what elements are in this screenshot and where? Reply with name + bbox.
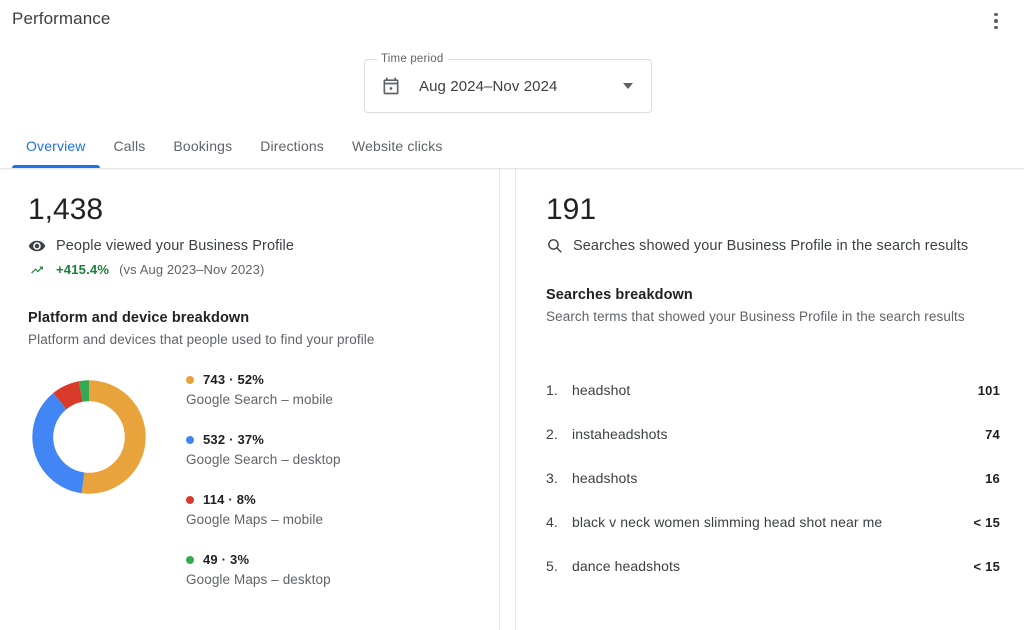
search-term-row[interactable]: 4. black v neck women slimming head shot …	[546, 500, 1000, 544]
tab-calls[interactable]: Calls	[100, 124, 160, 168]
search-term-rank: 5.	[546, 558, 558, 574]
search-term-label: headshot	[572, 382, 631, 398]
legend-value: 743 · 52%	[203, 372, 265, 387]
searches-breakdown-subtitle: Search terms that showed your Business P…	[546, 309, 965, 324]
more-options-button[interactable]	[984, 9, 1008, 33]
legend-category-name: Google Maps – desktop	[186, 572, 331, 587]
tab-label: Directions	[260, 138, 324, 154]
views-label-row: People viewed your Business Profile	[28, 237, 475, 255]
chevron-down-icon	[623, 83, 633, 89]
legend-color-dot	[186, 375, 194, 384]
time-period-value: Aug 2024–Nov 2024	[419, 77, 558, 95]
search-term-rank: 4.	[546, 514, 558, 530]
search-term-count: 101	[977, 383, 1000, 398]
more-vert-icon-dot	[994, 12, 998, 17]
legend-category-name: Google Search – desktop	[186, 452, 341, 467]
platform-breakdown: 743 · 52% Google Search – mobile 532 · 37%…	[28, 372, 475, 612]
views-delta-percent: +415.4%	[56, 262, 110, 277]
search-term-label: dance headshots	[572, 558, 681, 574]
tab-label: Calls	[113, 138, 146, 154]
legend-item: 49 · 3% Google Maps – desktop	[186, 552, 475, 587]
legend-head: 532 · 37%	[186, 432, 475, 447]
search-icon	[548, 239, 562, 253]
legend-value: 114 · 8%	[203, 492, 256, 507]
calendar-icon	[383, 77, 399, 95]
tab-label: Website clicks	[351, 138, 443, 154]
search-term-rank: 1.	[546, 382, 558, 398]
page-header: Performance Time period Aug 2024–Nov 202…	[0, 0, 1024, 168]
tab-website-clicks[interactable]: Website clicks	[338, 124, 457, 168]
legend-item: 532 · 37% Google Search – desktop	[186, 432, 475, 467]
search-term-row[interactable]: 3. headshots 16	[546, 456, 1000, 500]
legend-color-dot	[186, 555, 194, 564]
search-term-label: instaheadshots	[572, 426, 668, 442]
more-vert-icon-dot	[994, 25, 998, 30]
legend-category-name: Google Search – mobile	[186, 392, 334, 407]
search-term-row[interactable]: 2. instaheadshots 74	[546, 412, 1000, 456]
search-term-rank: 3.	[546, 470, 558, 486]
views-delta-comparison: (vs Aug 2023–Nov 2023)	[119, 262, 265, 277]
legend-head: 114 · 8%	[186, 492, 475, 507]
legend-category-name: Google Maps – mobile	[186, 512, 324, 527]
tab-bookings[interactable]: Bookings	[159, 124, 246, 168]
breakdown-title: Platform and device breakdown	[28, 310, 250, 326]
page-title: Performance	[12, 9, 111, 28]
search-term-row[interactable]: 1. headshot 101	[546, 368, 1000, 412]
time-period-select[interactable]: Time period Aug 2024–Nov 2024	[364, 53, 652, 113]
searches-label-row: Searches showed your Business Profile in…	[546, 237, 1000, 254]
tab-directions[interactable]: Directions	[246, 124, 338, 168]
donut-chart	[32, 380, 146, 494]
search-term-label: black v neck women slimming head shot ne…	[572, 514, 883, 530]
eye-icon	[28, 240, 46, 252]
legend-item: 114 · 8% Google Maps – mobile	[186, 492, 475, 527]
views-count: 1,438	[28, 193, 104, 226]
breakdown-subtitle: Platform and devices that people used to…	[28, 332, 375, 347]
more-vert-icon-dot	[994, 19, 998, 23]
donut-chart-wrap	[28, 372, 168, 503]
legend-color-dot	[186, 435, 194, 444]
searches-count: 191	[546, 193, 597, 226]
legend-value: 532 · 37%	[203, 432, 265, 447]
tab-label: Bookings	[173, 138, 233, 154]
tab-label: Overview	[26, 138, 86, 154]
searches-breakdown-title: Searches breakdown	[546, 287, 693, 303]
views-panel: 1,438 People viewed your Business Profil…	[0, 168, 500, 630]
tab-bar: Overview Calls Bookings Directions Websi…	[0, 124, 457, 168]
legend-value: 49 · 3%	[203, 552, 250, 567]
legend-color-dot	[186, 495, 194, 504]
donut-legend: 743 · 52% Google Search – mobile 532 · 37%…	[168, 372, 475, 612]
search-term-count: < 15	[973, 559, 1000, 574]
search-term-label: headshots	[572, 470, 638, 486]
searches-panel: 191 Searches showed your Business Profil…	[515, 168, 1024, 630]
search-term-count: < 15	[973, 515, 1000, 530]
search-term-count: 16	[985, 471, 1000, 486]
searches-label: Searches showed your Business Profile in…	[573, 237, 969, 254]
legend-head: 49 · 3%	[186, 552, 475, 567]
views-label: People viewed your Business Profile	[56, 238, 295, 254]
search-term-row[interactable]: 5. dance headshots < 15	[546, 544, 1000, 588]
views-delta-row: +415.4% (vs Aug 2023–Nov 2023)	[28, 262, 475, 277]
panel-divider	[500, 168, 515, 630]
content-area: 1,438 People viewed your Business Profil…	[0, 168, 1024, 630]
search-terms-list: 1. headshot 101 2. instaheadshots 74 3. headsho…	[546, 368, 1000, 588]
trending-up-icon	[31, 266, 43, 273]
legend-head: 743 · 52%	[186, 372, 475, 387]
search-term-count: 74	[985, 427, 1000, 442]
tab-overview[interactable]: Overview	[12, 124, 100, 168]
search-term-rank: 2.	[546, 426, 558, 442]
legend-item: 743 · 52% Google Search – mobile	[186, 372, 475, 407]
time-period-label: Time period	[377, 53, 448, 65]
